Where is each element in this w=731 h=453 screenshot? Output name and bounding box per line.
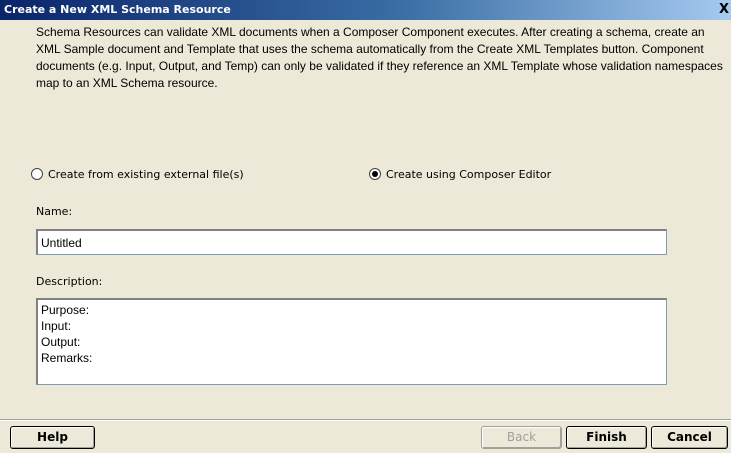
close-button[interactable]: X [717,2,731,18]
description-textarea[interactable]: Purpose: Input: Output: Remarks: [36,298,667,385]
option-external-file-label: Create from existing external file(s) [48,167,244,181]
description-label: Description: [36,275,103,288]
cancel-button[interactable]: Cancel [651,426,728,449]
title-bar: Create a New XML Schema Resource [0,0,731,20]
radio-composer-editor[interactable] [369,168,381,180]
help-button[interactable]: Help [10,426,95,449]
name-input[interactable]: Untitled [36,229,667,255]
name-label: Name: [36,205,73,218]
back-button[interactable]: Back [481,426,562,449]
option-external-file[interactable]: Create from existing external file(s) [31,166,244,182]
window-title: Create a New XML Schema Resource [4,3,231,16]
option-composer-editor[interactable]: Create using Composer Editor [369,166,551,182]
radio-external-file[interactable] [31,168,43,180]
finish-button[interactable]: Finish [566,426,647,449]
footer-separator [0,419,731,421]
option-composer-editor-label: Create using Composer Editor [386,167,552,181]
intro-description: Schema Resources can validate XML docume… [36,25,723,90]
